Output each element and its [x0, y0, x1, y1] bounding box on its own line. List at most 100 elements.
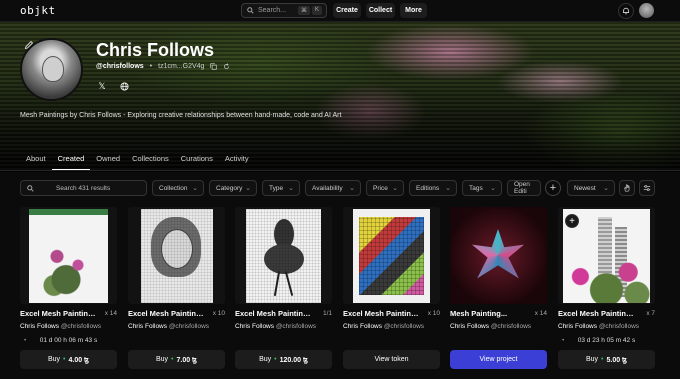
filter-open-editions[interactable]: Open Editi: [507, 180, 541, 196]
token-editions: 1/1: [322, 310, 332, 317]
search-icon: [247, 7, 254, 14]
chevron-down-icon: ⌄: [245, 185, 251, 192]
tab-owned[interactable]: Owned: [90, 152, 126, 171]
tab-about[interactable]: About: [20, 152, 52, 171]
filter-category-label: Category: [216, 184, 243, 192]
artist-name: Chris Follows: [128, 323, 168, 330]
token-artist[interactable]: Chris Follows @chrisfollows: [20, 323, 117, 330]
filter-price-label: Price: [373, 184, 388, 192]
token-thumbnail[interactable]: +: [558, 207, 655, 304]
view-project-button[interactable]: View project: [450, 350, 547, 369]
filter-tags[interactable]: Tags ⌄: [462, 180, 502, 196]
filter-type[interactable]: Type ⌄: [262, 180, 300, 196]
filter-collection-label: Collection: [159, 184, 188, 192]
token-artist[interactable]: Chris Follows @chrisfollows: [235, 323, 332, 330]
filter-tags-label: Tags: [469, 184, 483, 192]
token-thumbnail[interactable]: [235, 207, 332, 304]
filter-open-editions-label: Open Editi: [514, 181, 530, 195]
token-artist[interactable]: Chris Follows @chrisfollows: [128, 323, 225, 330]
token-title[interactable]: Excel Mesh Painting...: [20, 309, 98, 318]
buy-button[interactable]: Buy • 5.00 ꜩ: [558, 350, 655, 369]
buy-button[interactable]: Buy • 7.00 ꜩ: [128, 350, 225, 369]
token-price: 7.00 ꜩ: [176, 356, 198, 364]
tabs-divider: [0, 170, 680, 171]
token-thumbnail[interactable]: [128, 207, 225, 304]
chevron-down-icon: ⌄: [288, 185, 294, 192]
filter-editions[interactable]: Editions ⌄: [409, 180, 457, 196]
token-card[interactable]: Mesh Painting... x 14 Chris Follows @chr…: [450, 207, 547, 373]
view-settings-button[interactable]: [639, 180, 655, 196]
buy-button-label: Buy: [155, 356, 169, 363]
more-button[interactable]: More: [400, 3, 427, 18]
social-links: 𝕏: [96, 80, 130, 92]
shortcut-key-k: K: [311, 6, 322, 15]
buy-button-label: Buy: [585, 356, 599, 363]
sort-select[interactable]: Newest ⌄: [567, 180, 615, 196]
profile-bio: Mesh Paintings by Chris Follows - Explor…: [20, 112, 342, 119]
buy-button[interactable]: Buy • 120.00 ꜩ: [235, 350, 332, 369]
refresh-icon[interactable]: [223, 63, 230, 70]
buy-button[interactable]: Buy • 4.00 ꜩ: [20, 350, 117, 369]
chevron-down-icon: ⌄: [349, 185, 355, 192]
chevron-down-icon: ⌄: [490, 185, 496, 192]
avatar-portrait: [42, 56, 64, 82]
pencil-icon[interactable]: [24, 40, 34, 50]
wallet-address: tz1cm...G2V4g: [158, 63, 205, 70]
filter-price[interactable]: Price ⌄: [366, 180, 404, 196]
copy-icon[interactable]: [210, 63, 218, 70]
token-artist[interactable]: Chris Follows @chrisfollows: [343, 323, 440, 330]
add-filter-button[interactable]: +: [545, 180, 561, 196]
tab-collections[interactable]: Collections: [126, 152, 175, 171]
token-card[interactable]: Excel Mesh Painting... x 10 Chris Follow…: [343, 207, 440, 373]
plus-icon: +: [549, 182, 557, 194]
tab-created[interactable]: Created: [51, 152, 91, 171]
auction-timer-text: 03 d 23 h 05 m 42 s: [577, 337, 636, 344]
collect-button[interactable]: Collect: [366, 3, 395, 18]
user-avatar[interactable]: [639, 3, 654, 18]
token-artist[interactable]: Chris Follows @chrisfollows: [558, 323, 655, 330]
token-card[interactable]: Excel Mesh Painting... x 10 Chris Follow…: [128, 207, 225, 373]
token-card[interactable]: Excel Mesh Painting... x 14 Chris Follow…: [20, 207, 117, 373]
top-nav: objkt Search... ⌘ K Create Collect More: [0, 0, 680, 22]
notifications-button[interactable]: [618, 3, 634, 19]
sliders-icon: [643, 185, 651, 191]
objkt-logo[interactable]: objkt: [20, 4, 56, 17]
artist-name: Chris Follows: [20, 323, 60, 330]
price-dot: •: [601, 356, 604, 363]
globe-icon[interactable]: [118, 80, 130, 92]
global-search[interactable]: Search... ⌘ K: [241, 3, 327, 18]
filter-editions-label: Editions: [416, 184, 440, 192]
tab-curations[interactable]: Curations: [175, 152, 219, 171]
token-editions: x 7: [646, 310, 655, 317]
create-button[interactable]: Create: [333, 3, 361, 18]
token-editions: x 14: [534, 310, 547, 317]
token-thumbnail[interactable]: [343, 207, 440, 304]
add-to-collection-button[interactable]: +: [565, 214, 579, 228]
filter-availability[interactable]: Availability ⌄: [305, 180, 361, 196]
token-title[interactable]: Excel Mesh Painting...: [343, 309, 421, 318]
tab-activity[interactable]: Activity: [219, 152, 255, 171]
token-artist[interactable]: Chris Follows @chrisfollows: [450, 323, 547, 330]
token-title[interactable]: Excel Mesh Painting ...: [235, 309, 313, 318]
token-price: 5.00 ꜩ: [606, 356, 628, 364]
token-title[interactable]: Excel Mesh Painting...: [558, 309, 636, 318]
x-twitter-icon[interactable]: 𝕏: [96, 80, 108, 92]
chevron-down-icon: ⌄: [603, 185, 609, 192]
artist-name: Chris Follows: [558, 323, 598, 330]
filter-category[interactable]: Category ⌄: [209, 180, 257, 196]
token-card[interactable]: Excel Mesh Painting ... 1/1 Chris Follow…: [235, 207, 332, 373]
bell-icon: [623, 7, 629, 15]
token-thumbnail[interactable]: [450, 207, 547, 304]
hand-button[interactable]: [619, 180, 635, 196]
chevron-down-icon: ⌄: [392, 185, 398, 192]
auction-timer-text: 01 d 00 h 06 m 43 s: [39, 337, 98, 344]
token-thumbnail[interactable]: [20, 207, 117, 304]
filter-collection[interactable]: Collection ⌄: [152, 180, 204, 196]
token-title[interactable]: Mesh Painting...: [450, 309, 528, 318]
view-token-button[interactable]: View token: [343, 350, 440, 369]
token-title[interactable]: Excel Mesh Painting...: [128, 309, 206, 318]
results-search-input[interactable]: Search 431 results: [20, 180, 147, 196]
filter-availability-label: Availability: [312, 184, 343, 192]
profile-handle-row: @chrisfollows • tz1cm...G2V4g: [96, 63, 230, 70]
token-card[interactable]: + Excel Mesh Painting... x 7 Chris Follo…: [558, 207, 655, 373]
